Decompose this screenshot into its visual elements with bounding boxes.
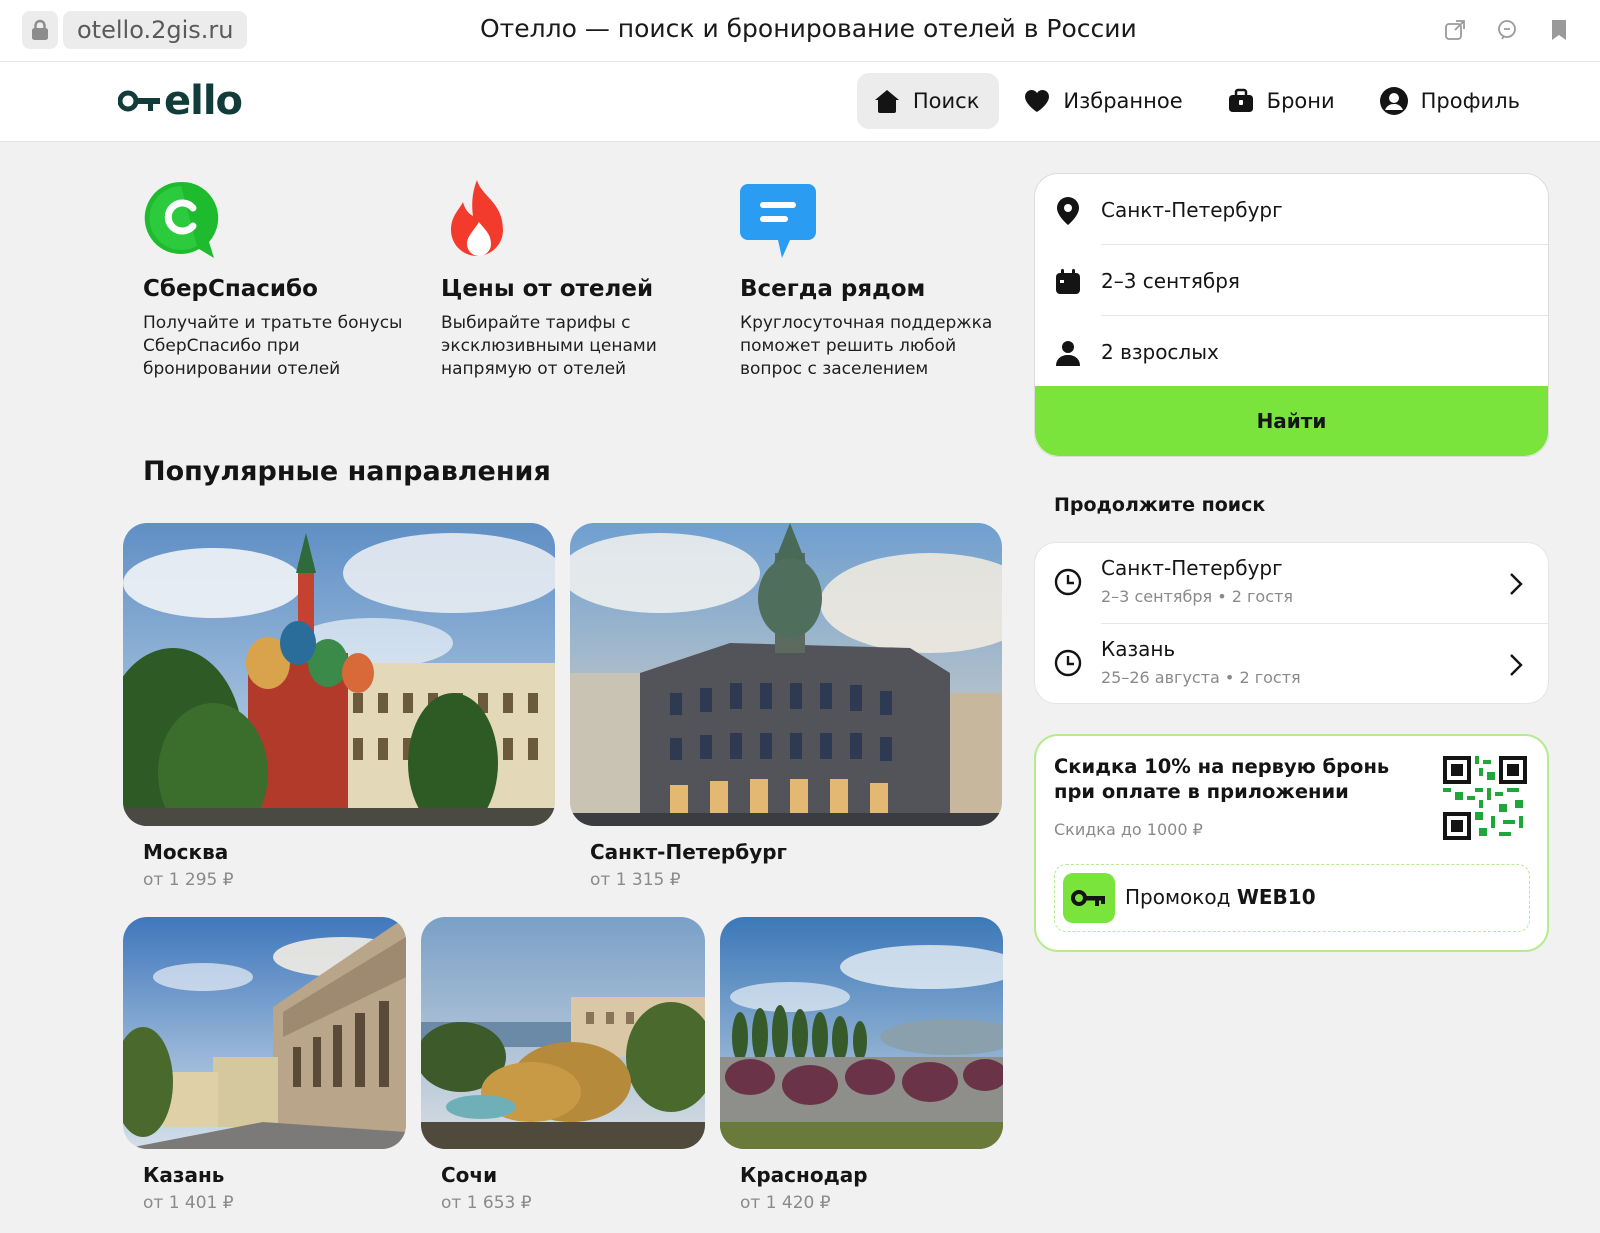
promo-code-text: Промокод WEB10 <box>1125 885 1316 909</box>
lock-icon <box>22 11 58 49</box>
promo-title: Скидка 10% на первую бронь при оплате в … <box>1054 755 1390 803</box>
history-meta: 25–26 августа • 2 гостя <box>1101 668 1301 687</box>
destination-price: от 1 315 ₽ <box>590 870 681 890</box>
feature-text: Круглосуточная поддержка поможет решить … <box>740 313 993 379</box>
feature-sberspasibo: СберСпасибо Получайте и тратьте бонусы С… <box>143 178 403 381</box>
destination-price: от 1 420 ₽ <box>740 1193 831 1213</box>
destination-card-krasnodar[interactable]: Краснодар от 1 420 ₽ <box>720 917 1003 1213</box>
calendar-icon <box>1053 267 1083 297</box>
chat-bubble-icon <box>740 184 816 258</box>
destination-price: от 1 295 ₽ <box>143 870 234 890</box>
nav-bookings[interactable]: Брони <box>1211 73 1355 129</box>
promo-code-value: WEB10 <box>1236 885 1316 909</box>
history-meta: 2–3 сентября • 2 гостя <box>1101 587 1293 606</box>
destination-photo <box>720 917 1003 1149</box>
city-value: Санкт-Петербург <box>1101 197 1283 222</box>
destination-name: Краснодар <box>740 1163 868 1187</box>
share-icon[interactable] <box>1442 17 1468 43</box>
person-icon <box>1053 338 1083 368</box>
key-logo-icon <box>118 90 160 112</box>
dates-field[interactable]: 2–3 сентября <box>1035 245 1548 316</box>
clock-icon <box>1054 568 1082 596</box>
continue-search-title: Продолжите поиск <box>1054 494 1266 516</box>
feature-text: Получайте и тратьте бонусы СберСпасибо п… <box>143 313 403 379</box>
nav-bookings-label: Брони <box>1266 89 1335 113</box>
history-guests: 2 гостя <box>1239 668 1301 687</box>
destination-photo <box>123 523 555 826</box>
destination-card-moscow[interactable]: Москва от 1 295 ₽ <box>123 523 555 890</box>
suitcase-icon <box>1228 88 1253 112</box>
site-header: ello Поиск Избранное Брони Профиль <box>0 62 1600 142</box>
nav-search-label: Поиск <box>912 89 980 113</box>
heart-icon <box>1025 89 1050 112</box>
main-nav: Поиск Избранное Брони Профиль <box>856 73 1540 129</box>
history-city: Казань <box>1101 637 1176 661</box>
nav-favorites[interactable]: Избранное <box>1007 73 1202 129</box>
location-pin-icon <box>1053 196 1083 226</box>
search-form: Санкт-Петербург 2–3 сентября 2 взрослых … <box>1034 173 1549 457</box>
address-bar[interactable]: otello.2gis.ru <box>63 11 248 49</box>
history-guests: 2 гостя <box>1231 587 1293 606</box>
chevron-right-icon <box>1510 654 1523 676</box>
destination-name: Казань <box>143 1163 225 1187</box>
destination-card-spb[interactable]: Санкт-Петербург от 1 315 ₽ <box>570 523 1002 890</box>
feature-title: Всегда рядом <box>740 276 926 302</box>
find-button[interactable]: Найти <box>1035 386 1548 456</box>
otello-logo[interactable]: ello <box>118 78 243 124</box>
qr-code[interactable] <box>1443 756 1527 840</box>
destination-name: Москва <box>143 840 229 864</box>
city-field[interactable]: Санкт-Петербург <box>1035 174 1548 245</box>
sberspasibo-icon <box>144 181 219 258</box>
nav-search[interactable]: Поиск <box>856 73 1000 129</box>
browser-page-title: Отелло — поиск и бронирование отелей в Р… <box>480 14 1137 43</box>
popular-destinations-title: Популярные направления <box>143 456 551 487</box>
nav-profile[interactable]: Профиль <box>1363 73 1540 129</box>
destination-price: от 1 653 ₽ <box>441 1193 532 1213</box>
promo-code-box[interactable]: Промокод WEB10 <box>1054 864 1530 932</box>
destination-card-sochi[interactable]: Сочи от 1 653 ₽ <box>421 917 705 1213</box>
feature-title: СберСпасибо <box>143 276 318 302</box>
feature-text: Выбирайте тарифы с эксклюзивными ценами … <box>441 313 657 379</box>
browser-bar: otello.2gis.ru Отелло — поиск и брониров… <box>0 0 1600 62</box>
history-dates: 2–3 сентября <box>1101 587 1213 606</box>
profile-icon <box>1379 87 1408 115</box>
search-history: Санкт-Петербург 2–3 сентября • 2 гостя К… <box>1034 542 1549 704</box>
destination-photo <box>570 523 1002 826</box>
destination-photo <box>123 917 406 1149</box>
destination-name: Сочи <box>441 1163 498 1187</box>
history-item[interactable]: Санкт-Петербург 2–3 сентября • 2 гостя <box>1035 543 1548 624</box>
promo-banner: Скидка 10% на первую бронь при оплате в … <box>1034 734 1549 952</box>
nav-favorites-label: Избранное <box>1063 89 1183 113</box>
promo-code-label: Промокод <box>1125 885 1231 909</box>
nav-profile-label: Профиль <box>1420 89 1520 113</box>
chevron-right-icon <box>1510 573 1523 595</box>
feature-support: Всегда рядом Круглосуточная поддержка по… <box>740 178 1000 381</box>
bookmark-icon[interactable] <box>1546 17 1572 43</box>
feature-hotel-prices: Цены от отелей Выбирайте тарифы с эксклю… <box>441 178 701 381</box>
guests-value: 2 взрослых <box>1101 339 1219 364</box>
destination-card-kazan[interactable]: Казань от 1 401 ₽ <box>123 917 406 1213</box>
comment-icon[interactable] <box>1494 17 1520 43</box>
feature-title: Цены от отелей <box>441 276 654 302</box>
destination-price: от 1 401 ₽ <box>143 1193 234 1213</box>
key-icon <box>1063 873 1115 923</box>
logo-text: ello <box>164 78 243 124</box>
dates-value: 2–3 сентября <box>1101 268 1240 293</box>
history-dates: 25–26 августа <box>1101 668 1220 687</box>
history-city: Санкт-Петербург <box>1101 556 1283 580</box>
destination-photo <box>421 917 705 1149</box>
clock-icon <box>1054 649 1082 677</box>
history-item[interactable]: Казань 25–26 августа • 2 гостя <box>1035 624 1548 703</box>
guests-field[interactable]: 2 взрослых <box>1035 316 1548 387</box>
flame-icon <box>451 180 503 256</box>
destination-name: Санкт-Петербург <box>590 840 788 864</box>
home-icon <box>874 90 899 113</box>
promo-subtitle: Скидка до 1000 ₽ <box>1054 820 1203 839</box>
